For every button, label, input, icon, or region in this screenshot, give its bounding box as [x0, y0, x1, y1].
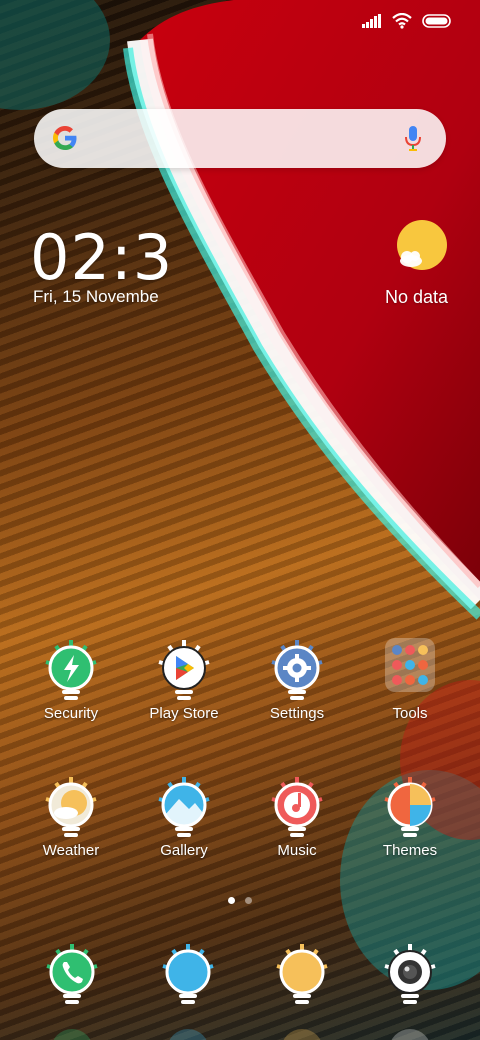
wifi-icon — [392, 13, 412, 29]
music-note-icon — [271, 777, 323, 837]
camera-icon — [384, 944, 436, 1004]
browser-icon — [276, 944, 328, 1004]
messages-icon — [162, 944, 214, 1004]
browser-icon-reflection — [281, 1029, 323, 1040]
weather-icon — [45, 777, 97, 837]
themes-icon — [384, 777, 436, 837]
page-indicator[interactable] — [0, 897, 480, 904]
app-security[interactable]: Security — [16, 636, 126, 740]
tools-folder-icon — [385, 638, 435, 692]
google-g-logo — [53, 126, 77, 150]
app-label: Play Store — [149, 705, 219, 722]
page-dot-1[interactable] — [228, 897, 235, 904]
status-bar — [362, 10, 452, 32]
clock-date[interactable]: Fri, 15 Novembe — [33, 286, 159, 308]
battery-icon — [422, 14, 451, 28]
app-music[interactable]: Music — [242, 773, 352, 877]
dock-messages[interactable] — [148, 940, 228, 1040]
dock-browser[interactable] — [262, 940, 342, 1040]
app-label: Music — [277, 842, 317, 859]
dock-phone[interactable] — [32, 940, 112, 1040]
app-themes[interactable]: Themes — [355, 773, 465, 877]
microphone-icon[interactable] — [404, 125, 422, 153]
signal-icon — [362, 14, 381, 28]
app-label: Weather — [42, 842, 100, 859]
play-store-icon — [158, 640, 210, 700]
app-play-store[interactable]: Play Store — [129, 636, 239, 740]
messages-icon-reflection — [167, 1029, 209, 1040]
clock-time[interactable]: 02:3 — [30, 222, 173, 294]
app-label: Tools — [392, 705, 428, 722]
app-label: Gallery — [160, 842, 208, 859]
camera-icon-reflection — [389, 1029, 431, 1040]
app-label: Themes — [382, 842, 438, 859]
app-label: Settings — [269, 705, 325, 722]
app-gallery[interactable]: Gallery — [129, 773, 239, 877]
google-search-bar[interactable] — [34, 109, 446, 168]
phone-icon-reflection — [51, 1029, 93, 1040]
folder-tools[interactable]: Tools — [355, 636, 465, 740]
dock-camera[interactable] — [370, 940, 450, 1040]
app-weather[interactable]: Weather — [16, 773, 126, 877]
gallery-icon — [158, 777, 210, 837]
sun-cloud-icon[interactable] — [394, 219, 450, 275]
security-bolt-icon — [45, 640, 97, 700]
phone-icon — [46, 944, 98, 1004]
weather-status[interactable]: No data — [385, 286, 448, 308]
app-settings[interactable]: Settings — [242, 636, 352, 740]
app-label: Security — [43, 705, 99, 722]
settings-gear-icon — [271, 640, 323, 700]
page-dot-2[interactable] — [245, 897, 252, 904]
